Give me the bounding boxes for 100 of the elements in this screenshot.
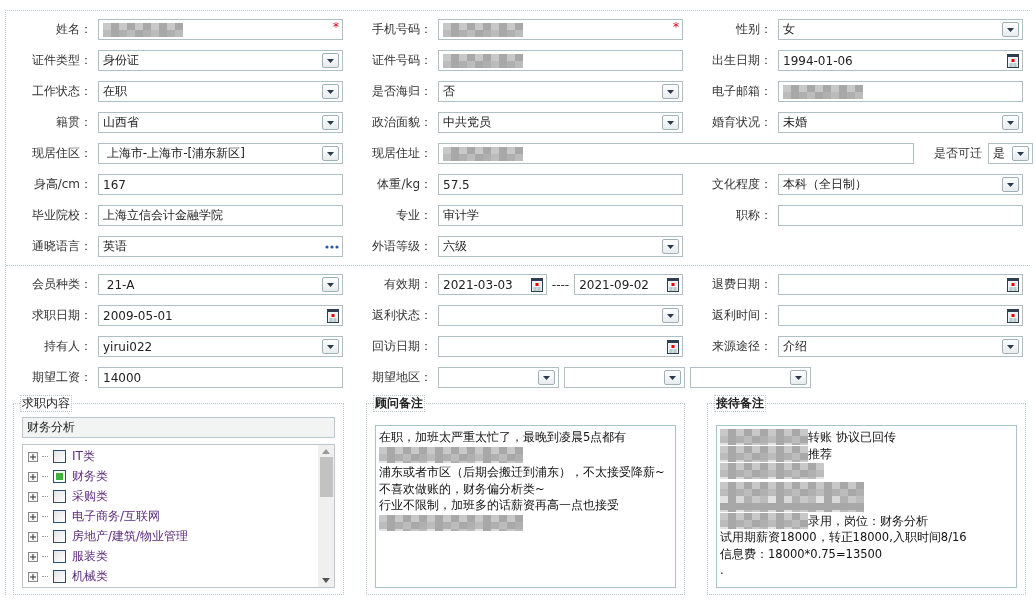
- notes-area[interactable]: 转账 协议已回传 推荐 录用，岗位：财务分析 试用期薪资18000，转正18000,入职时间8/16 信息费：18000*0.75=13500 .: [716, 425, 1017, 588]
- dropdown-button[interactable]: [538, 370, 555, 385]
- calendar-icon[interactable]: [1007, 53, 1019, 68]
- dropdown-field[interactable]: 身份证: [98, 50, 343, 71]
- note-text: 浦东或者市区（后期会搬迁到浦东），不太接受降薪~: [379, 464, 665, 481]
- calendar-icon[interactable]: [327, 308, 339, 323]
- text-field[interactable]: 167: [98, 174, 343, 195]
- dropdown-button[interactable]: [662, 308, 679, 323]
- field-label: 现居住区：: [31, 145, 92, 162]
- dropdown-button[interactable]: [322, 339, 339, 354]
- dropdown-button[interactable]: [662, 115, 679, 130]
- expand-toggle[interactable]: [28, 571, 38, 582]
- dropdown-field[interactable]: [564, 367, 685, 388]
- dropdown-field[interactable]: 上海市-上海市-[浦东新区]: [98, 143, 343, 164]
- note-text: 不喜欢做账的，财务偏分析类~: [379, 480, 545, 497]
- search-field[interactable]: 财务分析: [22, 417, 335, 438]
- checkbox[interactable]: [53, 570, 66, 583]
- dropdown-field[interactable]: 中共党员: [438, 112, 683, 133]
- dropdown-button[interactable]: [322, 84, 339, 99]
- tree-item[interactable]: IT类: [72, 448, 95, 465]
- calendar-icon[interactable]: [1007, 308, 1019, 323]
- more-icon[interactable]: [325, 244, 339, 249]
- checkbox[interactable]: [53, 490, 66, 503]
- dropdown-button[interactable]: [790, 370, 807, 385]
- expand-toggle[interactable]: [28, 451, 38, 462]
- dropdown-field[interactable]: 六级: [438, 236, 683, 257]
- expand-toggle[interactable]: [28, 531, 38, 542]
- dropdown-field[interactable]: 介绍: [778, 336, 1023, 357]
- text-field[interactable]: 57.5: [438, 174, 683, 195]
- text-field[interactable]: *: [98, 19, 343, 40]
- lookup-field[interactable]: 英语: [98, 236, 343, 257]
- date-field[interactable]: 2021-09-02: [574, 274, 683, 295]
- dropdown-field[interactable]: 山西省: [98, 112, 343, 133]
- scrollbar[interactable]: [318, 445, 334, 587]
- calendar-icon[interactable]: [667, 277, 679, 292]
- checkbox[interactable]: [53, 450, 66, 463]
- dropdown-button[interactable]: [1002, 339, 1019, 354]
- field-label: 期望工资：: [31, 369, 92, 386]
- expand-toggle[interactable]: [28, 551, 38, 562]
- date-field[interactable]: [438, 336, 683, 357]
- caret-icon: [327, 344, 334, 349]
- dropdown-field[interactable]: yirui022: [98, 336, 343, 357]
- range-separator: ----: [551, 277, 570, 292]
- dropdown-field[interactable]: 女: [778, 19, 1023, 40]
- text-field[interactable]: [438, 143, 914, 164]
- dropdown-button[interactable]: [664, 370, 681, 385]
- expand-toggle[interactable]: [28, 491, 38, 502]
- field-label: 籍贯：: [55, 114, 92, 131]
- scroll-thumb[interactable]: [319, 457, 333, 497]
- dropdown-button[interactable]: [322, 146, 339, 161]
- dropdown-button[interactable]: [662, 239, 679, 254]
- tree-item[interactable]: 电子商务/互联网: [72, 508, 161, 525]
- dropdown-button[interactable]: [322, 277, 339, 292]
- tree-item[interactable]: 采购类: [72, 488, 108, 505]
- text-field[interactable]: [438, 50, 683, 71]
- dropdown-field[interactable]: [690, 367, 811, 388]
- expand-toggle[interactable]: [28, 511, 38, 522]
- date-field[interactable]: 1994-01-06: [778, 50, 1023, 71]
- dropdown-button[interactable]: [1002, 22, 1019, 37]
- text-field[interactable]: [778, 205, 1023, 226]
- dropdown-field[interactable]: 本科（全日制）: [778, 174, 1023, 195]
- calendar-icon[interactable]: [667, 339, 679, 354]
- dropdown-button[interactable]: [662, 84, 679, 99]
- dropdown-field[interactable]: [438, 305, 683, 326]
- date-field[interactable]: [778, 274, 1023, 295]
- date-field[interactable]: [778, 305, 1023, 326]
- text-field[interactable]: 14000: [98, 367, 343, 388]
- dropdown-field[interactable]: 21-A: [98, 274, 343, 295]
- caret-icon: [667, 89, 674, 94]
- dropdown-field[interactable]: 否: [438, 81, 683, 102]
- dropdown-button[interactable]: [322, 115, 339, 130]
- checkbox[interactable]: [53, 550, 66, 563]
- calendar-icon[interactable]: [530, 277, 543, 292]
- dropdown-button[interactable]: [322, 53, 339, 68]
- date-field[interactable]: 2009-05-01: [98, 305, 343, 326]
- tree-item[interactable]: 机械类: [72, 568, 108, 585]
- text-field[interactable]: 审计学: [438, 205, 683, 226]
- tree-item[interactable]: 财务类: [72, 468, 108, 485]
- dropdown-button[interactable]: [1012, 146, 1029, 161]
- field-label: 体重/kg：: [376, 176, 432, 193]
- notes-area[interactable]: 在职，加班太严重太忙了，最晚到凌晨5点都有 浦东或者市区（后期会搬迁到浦东），不太接受降薪~ 不喜欢做账的，财务偏分析类~ 行业不限制，加班多的话薪资再高一点也接受: [375, 425, 676, 588]
- tree-item[interactable]: 房地产/建筑/物业管理: [72, 528, 189, 545]
- scroll-down-icon[interactable]: [322, 578, 330, 583]
- caret-icon: [1007, 182, 1014, 187]
- text-field[interactable]: 上海立信会计金融学院: [98, 205, 343, 226]
- tree-item[interactable]: 服装类: [72, 548, 108, 565]
- dropdown-button[interactable]: [1002, 177, 1019, 192]
- dropdown-button[interactable]: [1002, 115, 1019, 130]
- checkbox[interactable]: [53, 470, 66, 483]
- date-field[interactable]: 2021-03-03: [438, 274, 547, 295]
- expand-toggle[interactable]: [28, 471, 38, 482]
- text-field[interactable]: [778, 81, 1023, 102]
- checkbox[interactable]: [53, 530, 66, 543]
- calendar-icon[interactable]: [1007, 277, 1019, 292]
- text-field[interactable]: *: [438, 19, 683, 40]
- dropdown-field[interactable]: [438, 367, 559, 388]
- checkbox[interactable]: [53, 510, 66, 523]
- dropdown-field[interactable]: 未婚: [778, 112, 1023, 133]
- dropdown-field[interactable]: 是: [988, 143, 1033, 164]
- dropdown-field[interactable]: 在职: [98, 81, 343, 102]
